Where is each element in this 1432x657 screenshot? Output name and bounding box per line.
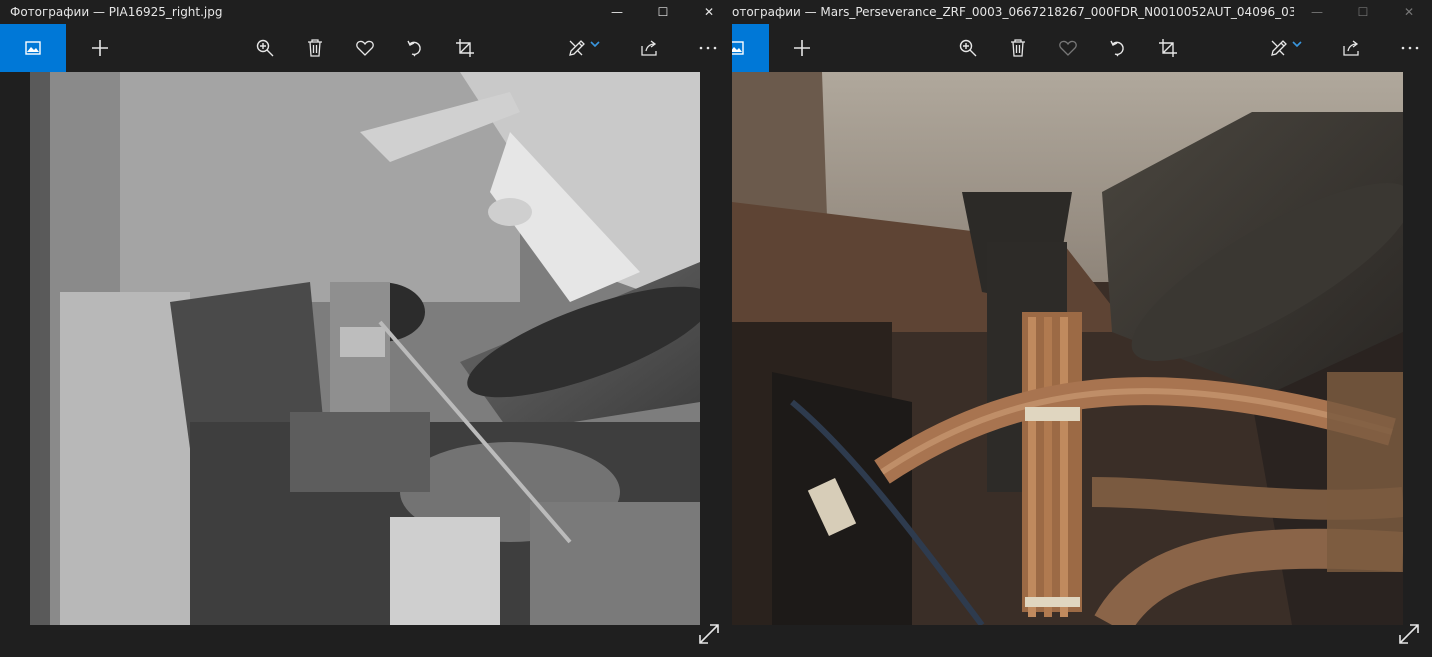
zoom-button[interactable]: [245, 24, 285, 72]
window-title: Фотографии — PIA16925_right.jpg: [10, 5, 223, 19]
close-button[interactable]: ✕: [1386, 0, 1432, 24]
crop-icon: [456, 39, 474, 57]
rotate-icon: [1110, 40, 1124, 57]
share-icon: [641, 40, 657, 56]
plus-icon: [794, 40, 810, 56]
minimize-button[interactable]: —: [594, 0, 640, 24]
share-button[interactable]: [1332, 24, 1372, 72]
image-icon: [732, 41, 744, 55]
heart-icon: [356, 40, 374, 56]
delete-button[interactable]: [295, 24, 335, 72]
crop-button[interactable]: [445, 24, 485, 72]
image-icon: [25, 41, 41, 55]
maximize-button[interactable]: ☐: [640, 0, 686, 24]
more-button[interactable]: [688, 24, 728, 72]
fullscreen-icon[interactable]: [698, 623, 720, 645]
edit-draw-button[interactable]: [560, 24, 608, 72]
crop-icon: [1159, 39, 1177, 57]
toolbar: [732, 24, 1432, 72]
title-bar[interactable]: отографии — Mars_Perseverance_ZRF_0003_0…: [732, 0, 1432, 24]
rotate-button[interactable]: [1098, 24, 1138, 72]
add-button[interactable]: [80, 24, 120, 72]
collection-button[interactable]: [0, 24, 66, 72]
photo-canvas[interactable]: [30, 72, 700, 625]
zoom-in-icon: [256, 39, 274, 57]
zoom-in-icon: [959, 39, 977, 57]
add-button[interactable]: [782, 24, 822, 72]
heart-icon: [1059, 40, 1077, 56]
plus-icon: [92, 40, 108, 56]
share-icon: [1343, 40, 1359, 56]
trash-icon: [308, 39, 322, 57]
photos-window-right: отографии — Mars_Perseverance_ZRF_0003_0…: [732, 0, 1432, 657]
collection-button[interactable]: [732, 24, 769, 72]
more-icon: [699, 46, 717, 50]
title-bar[interactable]: Фотографии — PIA16925_right.jpg — ☐ ✕: [0, 0, 732, 24]
rotate-icon: [407, 40, 421, 57]
edit-draw-button[interactable]: [1262, 24, 1310, 72]
edit-draw-icon: [569, 40, 585, 56]
maximize-button[interactable]: ☐: [1340, 0, 1386, 24]
close-button[interactable]: ✕: [686, 0, 732, 24]
minimize-button[interactable]: —: [1294, 0, 1340, 24]
share-button[interactable]: [630, 24, 670, 72]
favorite-button[interactable]: [1048, 24, 1088, 72]
photos-window-left: Фотографии — PIA16925_right.jpg — ☐ ✕: [0, 0, 732, 657]
zoom-button[interactable]: [948, 24, 988, 72]
crop-button[interactable]: [1148, 24, 1188, 72]
chevron-down-icon: [1292, 41, 1302, 48]
fullscreen-icon[interactable]: [1398, 623, 1420, 645]
trash-icon: [1011, 39, 1025, 57]
more-icon: [1401, 46, 1419, 50]
rotate-button[interactable]: [395, 24, 435, 72]
favorite-button[interactable]: [345, 24, 385, 72]
chevron-down-icon: [590, 41, 600, 48]
delete-button[interactable]: [998, 24, 1038, 72]
rover-photo-color: [732, 72, 1403, 625]
photo-canvas[interactable]: [732, 72, 1403, 625]
window-title: отографии — Mars_Perseverance_ZRF_0003_0…: [732, 5, 1294, 19]
rover-photo-grayscale: [30, 72, 700, 625]
toolbar: [0, 24, 732, 72]
edit-draw-icon: [1271, 40, 1287, 56]
more-button[interactable]: [1390, 24, 1430, 72]
